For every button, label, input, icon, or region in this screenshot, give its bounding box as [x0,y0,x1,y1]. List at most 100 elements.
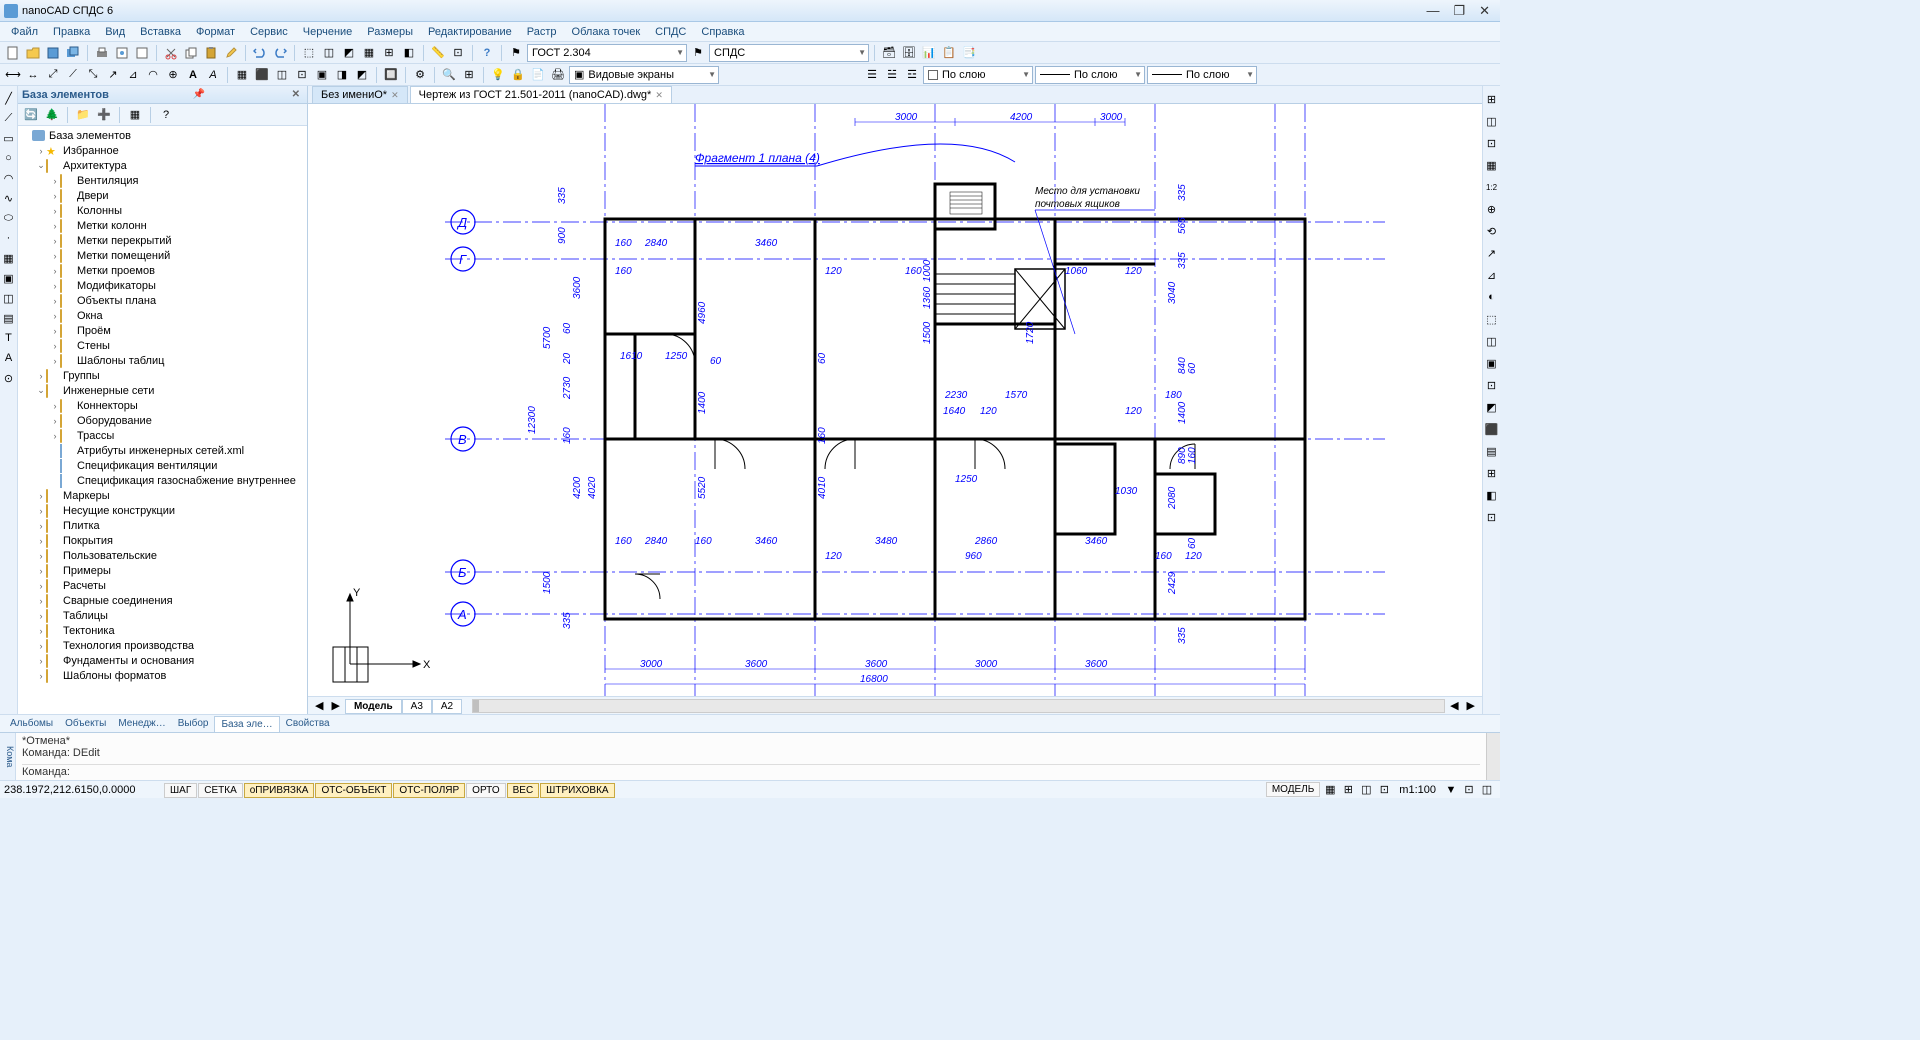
tool-icon[interactable]: ⊡ [449,44,467,62]
linetype-combo[interactable]: По слою▼ [1035,66,1145,84]
save-icon[interactable] [44,44,62,62]
db-icon[interactable]: 📑 [960,44,978,62]
status-toggle-СЕТКА[interactable]: СЕТКА [198,783,243,798]
panel-tab[interactable]: Свойства [280,716,336,731]
tool-icon[interactable]: ◧ [400,44,418,62]
tool-icon[interactable]: ↗ [1483,244,1501,262]
tool-icon[interactable]: ⊡ [293,66,311,84]
document-tab[interactable]: Чертеж из ГОСТ 21.501-2011 (nanoCAD).dwg… [410,86,672,103]
status-icon[interactable]: ▼ [1442,781,1460,799]
text-icon[interactable]: A [184,66,202,84]
saveall-icon[interactable] [64,44,82,62]
tree-node[interactable]: ›Стены [18,338,307,353]
menu-Растр[interactable]: Растр [520,24,564,40]
menu-Вставка[interactable]: Вставка [133,24,188,40]
maximize-button[interactable]: ❐ [1453,3,1465,19]
lock-icon[interactable]: 🔒 [509,66,527,84]
tool-icon[interactable]: ◩ [353,66,371,84]
dim-icon[interactable]: ◠ [144,66,162,84]
tab-nav-right[interactable]: ▶ [328,699,342,712]
refresh-icon[interactable]: 🔄 [22,106,40,124]
tree-node[interactable]: ›Проём [18,323,307,338]
db-icon[interactable]: 🗃 [880,44,898,62]
view-icon[interactable]: ▦ [126,106,144,124]
drawing-viewport[interactable]: Д Г В Б А [308,104,1482,696]
tool-icon[interactable]: ⊙ [1,370,17,386]
tool-icon[interactable]: ⟲ [1483,222,1501,240]
menu-Облака точек[interactable]: Облака точек [565,24,648,40]
dim-icon[interactable]: ↗ [104,66,122,84]
layout-tab[interactable]: A2 [432,699,462,714]
tree-node[interactable]: ›Сварные соединения [18,593,307,608]
tool-icon[interactable]: ◫ [273,66,291,84]
layout-tab[interactable]: Модель [345,699,402,714]
tab-nav-left[interactable]: ◀ [312,699,326,712]
tree-node[interactable]: ›Шаблоны таблиц [18,353,307,368]
tree-node[interactable]: ›Метки помещений [18,248,307,263]
panel-tab[interactable]: Менедж… [112,716,171,731]
panel-tab[interactable]: Объекты [59,716,112,731]
tree-node[interactable]: ›Покрытия [18,533,307,548]
dim-icon[interactable]: ⊕ [164,66,182,84]
arc-icon[interactable]: ◠ [1,170,17,186]
redo-icon[interactable] [271,44,289,62]
status-toggle-ОТС-ОБЪЕКТ[interactable]: ОТС-ОБЪЕКТ [315,783,392,798]
add-icon[interactable]: ➕ [95,106,113,124]
status-icon[interactable]: ⊡ [1375,781,1393,799]
tree-node[interactable]: ›Группы [18,368,307,383]
dim-icon[interactable]: ⤡ [84,66,102,84]
db-icon[interactable]: 🗄 [900,44,918,62]
tree-node[interactable]: ›Тектоника [18,623,307,638]
text-style-combo[interactable]: ГОСТ 2.304▼ [527,44,687,62]
measure-icon[interactable]: 📏 [429,44,447,62]
help-icon[interactable]: ? [478,44,496,62]
horizontal-scrollbar[interactable] [472,699,1445,713]
tree-node[interactable]: ›Таблицы [18,608,307,623]
brush-icon[interactable] [222,44,240,62]
layer-icon[interactable]: ☱ [883,66,901,84]
dim-icon[interactable]: ⟷ [4,66,22,84]
tool-icon[interactable]: ▦ [360,44,378,62]
document-tab[interactable]: Без имениO*✕ [312,86,408,103]
ellipse-icon[interactable]: ⬭ [1,210,17,226]
panel-tab[interactable]: Выбор [172,716,215,731]
bulb-icon[interactable]: 💡 [489,66,507,84]
region-icon[interactable]: ▣ [1,270,17,286]
command-scrollbar[interactable] [1486,733,1500,780]
tree-node[interactable]: ›Объекты плана [18,293,307,308]
zoom-icon[interactable]: 🔍 [440,66,458,84]
menu-Размеры[interactable]: Размеры [360,24,420,40]
hatch-icon[interactable]: ▦ [1,250,17,266]
panel-close-icon[interactable]: ✕ [289,89,303,100]
gear-icon[interactable]: ⚙ [411,66,429,84]
text-icon[interactable]: T [1,330,17,346]
cut-icon[interactable] [162,44,180,62]
preview-icon[interactable] [113,44,131,62]
rect-icon[interactable]: ▭ [1,130,17,146]
menu-Формат[interactable]: Формат [189,24,242,40]
tree-node[interactable]: Атрибуты инженерных сетей.xml [18,443,307,458]
color-combo[interactable]: По слою▼ [923,66,1033,84]
layer-icon[interactable]: ☲ [903,66,921,84]
flag-icon[interactable]: ⚑ [507,44,525,62]
tree-node[interactable]: ›Метки колонн [18,218,307,233]
tree-node[interactable]: ›★Избранное [18,143,307,158]
close-button[interactable]: ✕ [1479,3,1490,19]
line-icon[interactable]: ╱ [1,90,17,106]
tool-icon[interactable]: ⊿ [1483,266,1501,284]
panel-pin-icon[interactable]: 📌 [190,89,208,100]
folder-icon[interactable]: 📁 [74,106,92,124]
tree-node[interactable]: ⌄Инженерные сети [18,383,307,398]
table-icon[interactable]: ▤ [1,310,17,326]
lineweight-combo[interactable]: По слою▼ [1147,66,1257,84]
tool-icon[interactable]: ◐ [1483,288,1501,306]
tool-icon[interactable]: ⬛ [1483,420,1501,438]
tree-node[interactable]: База элементов [18,128,307,143]
status-toggle-ВЕС[interactable]: ВЕС [507,783,540,798]
menu-Вид[interactable]: Вид [98,24,132,40]
menu-Черчение[interactable]: Черчение [296,24,360,40]
tool-icon[interactable]: ◩ [340,44,358,62]
tree-node[interactable]: ›Технология производства [18,638,307,653]
menu-Сервис[interactable]: Сервис [243,24,295,40]
status-icon[interactable]: ⊡ [1460,781,1478,799]
